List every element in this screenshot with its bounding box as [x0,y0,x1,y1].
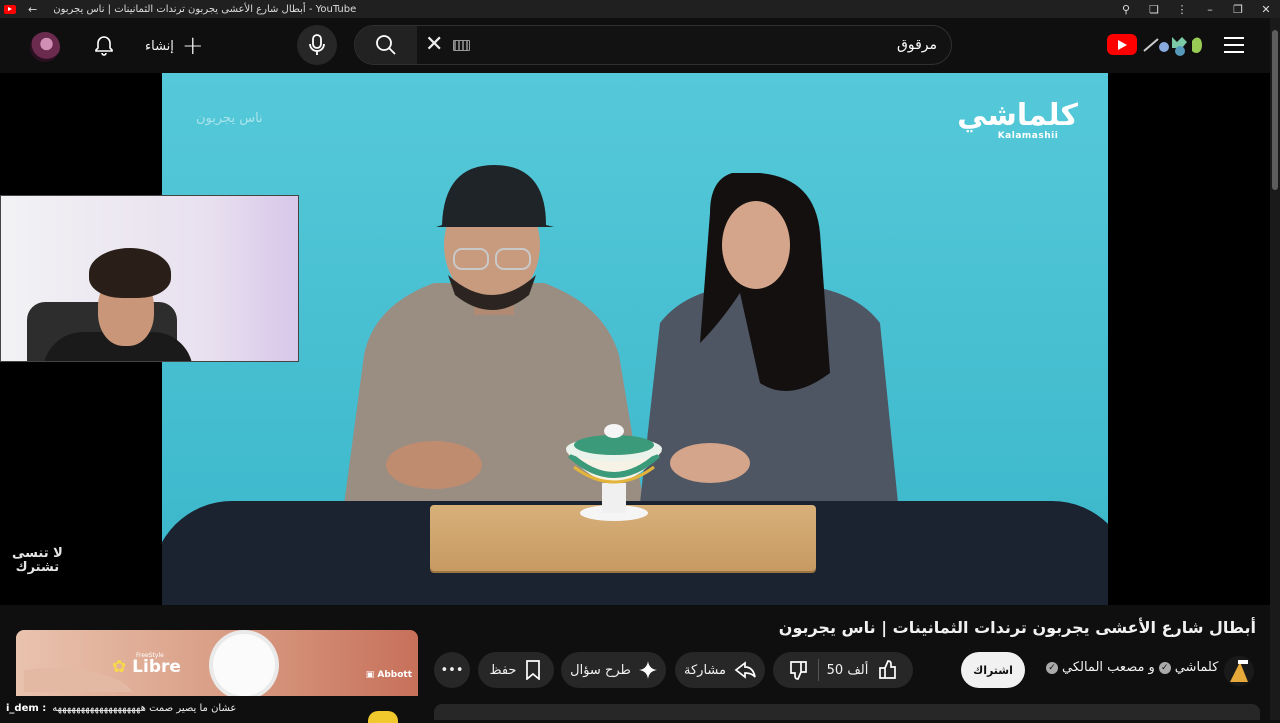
doodle-logo-icon[interactable] [1140,31,1210,57]
search-input[interactable] [537,34,937,56]
verified-icon: ✓ [1158,661,1171,674]
guide-menu-icon[interactable] [1224,37,1244,53]
video-title: أبطال شارع الأعشى يجربون ترندات الثمانين… [778,618,1256,637]
minimize-icon[interactable]: – [1196,3,1224,16]
clear-search-icon[interactable]: ✕ [425,34,443,56]
ad-banner[interactable]: FreeStyle ✿ Libre ▣ Abbott [16,630,418,696]
page-scrollbar[interactable] [1270,18,1280,720]
browser-titlebar: ← أبطال شارع الأعشى يجربون ترندات الثمان… [0,0,1280,18]
video-frame[interactable]: ناس يجربون كلماشي Kalamashii [162,73,1108,605]
chat-username: i_dem : [6,703,47,714]
chat-message: عشان ما يصير صمت هههههههههههههههههههه [52,703,237,714]
share-label: مشاركة [684,662,726,678]
plus-icon: + [181,31,204,61]
save-label: حفظ [489,662,517,678]
subscribe-reminder: لا تنسى تشترك [12,547,63,574]
ad-sponsor-name: Abbott [377,670,412,680]
search-icon [376,35,396,55]
ad-sponsor: ▣ Abbott [366,670,412,680]
restore-icon[interactable]: ❐ [1224,3,1252,16]
window-controls: ⚲ ❏ ⋮ – ❐ ✕ [1112,0,1280,18]
notifications-bell-icon[interactable] [92,34,116,58]
woman-figure [640,173,898,503]
account-avatar[interactable] [30,32,60,62]
more-vert-icon[interactable]: ⋮ [1168,3,1196,16]
bookmark-icon [526,660,541,680]
like-divider [817,659,819,681]
channel-1-name[interactable]: كلماشي [1175,660,1219,675]
more-horiz-icon: ••• [440,662,464,678]
video-ghost-text: ناس يجربون [196,111,263,126]
ask-button[interactable]: طرح سؤال [561,652,666,688]
share-button[interactable]: مشاركة [675,652,765,688]
ceramic-bowl [566,424,662,521]
ad-brand-name: Libre [132,657,181,677]
dislike-icon[interactable] [788,659,810,681]
close-icon[interactable]: ✕ [1252,3,1280,16]
like-dislike-bar: 50 ألف [773,652,913,688]
butterfly-icon: ✿ [112,657,127,677]
search-button[interactable] [355,26,417,64]
back-arrow-icon[interactable]: ← [28,3,37,16]
sensor-patch-image [213,634,275,696]
live-chat-line: i_dem : عشان ما يصير صمت ههههههههههههههه… [0,697,418,720]
subscribe-button[interactable]: اشتراك [961,652,1025,688]
save-button[interactable]: حفظ [478,652,554,688]
channel-names: كلماشي ✓ و مصعب المالكي ✓ [1046,660,1218,675]
voice-search-button[interactable] [297,25,337,65]
share-arrow-icon [734,661,756,679]
search-box: ✕ [354,25,952,65]
subscribe-reminder-line1: لا تنسى [12,546,63,561]
subscribe-reminder-line2: تشترك [15,559,60,575]
zoom-icon[interactable]: ⚲ [1112,3,1140,16]
channel-2-name[interactable]: مصعب المالكي [1062,660,1144,675]
sparkle-icon [638,661,657,679]
channel-separator: و [1148,660,1155,675]
create-button[interactable]: إنشاء + [145,31,204,61]
channel-avatar[interactable] [1224,656,1254,686]
create-label: إنشاء [145,38,174,54]
keyboard-icon[interactable] [453,40,470,51]
scrollbar-thumb[interactable] [1272,30,1278,190]
microphone-icon [309,34,325,55]
youtube-logo-icon[interactable] [1107,34,1137,55]
chat-avatar [368,711,398,723]
more-actions-button[interactable]: ••• [434,652,470,688]
video-actions: ••• حفظ طرح سؤال مشاركة 50 ألف اشتراك كل… [434,652,1260,690]
ask-label: طرح سؤال [570,662,631,678]
ad-brand: FreeStyle ✿ Libre [112,652,181,677]
like-icon[interactable] [876,659,898,681]
youtube-favicon-icon [4,4,16,14]
logo-arabic: كلماشي [957,98,1078,133]
description-box[interactable] [434,704,1260,720]
abbott-logo-icon: ▣ [365,670,375,680]
like-count[interactable]: 50 ألف [827,663,869,678]
webcam-overlay [0,195,299,362]
window-title: أبطال شارع الأعشى يجربون ترندات الثمانين… [53,3,357,15]
webcam-hair [89,248,171,298]
video-player[interactable]: ناس يجربون كلماشي Kalamashii لا تنسى تشت… [0,73,1270,605]
extensions-icon[interactable]: ❏ [1140,3,1168,16]
kalamashii-logo: كلماشي Kalamashii [957,98,1078,149]
masthead: إنشاء + ✕ [0,18,1280,73]
verified-icon: ✓ [1046,661,1058,674]
